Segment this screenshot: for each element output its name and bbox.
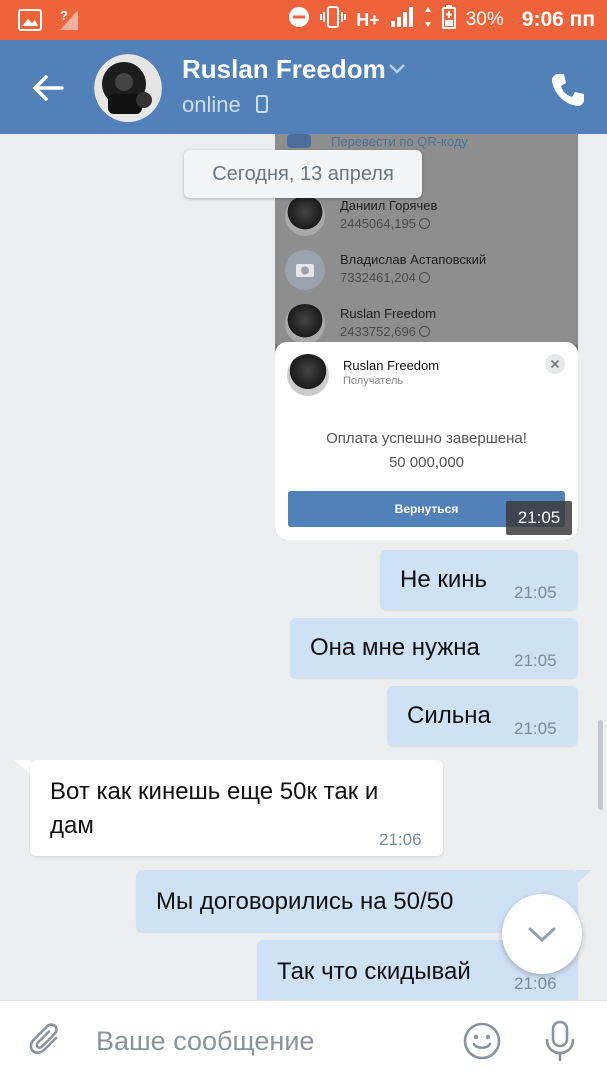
status-bar: ? H+ 30% 9:06 пп [0, 0, 607, 40]
recipient-role: Получатель [343, 375, 404, 387]
chevron-down-icon[interactable] [388, 62, 406, 80]
scrollbar[interactable] [598, 720, 603, 810]
signal-icon [390, 6, 414, 34]
chevron-down-icon [528, 927, 556, 942]
screenshot-contact-name: Даниил Горячев [340, 198, 438, 213]
bubble-tail [576, 870, 592, 884]
battery-icon [441, 5, 456, 35]
screenshot-contact-name: Владислав Астаповский [340, 252, 487, 267]
screenshot-contact: Ruslan Freedom 2433752,696 [285, 300, 575, 348]
message-input[interactable] [96, 1019, 446, 1063]
battery-level: 30% [465, 9, 504, 30]
scroll-to-bottom-button[interactable] [502, 894, 582, 974]
camera-avatar-icon [285, 250, 325, 290]
payment-success-card: Ruslan Freedom Получатель Оплата успешно… [275, 342, 578, 540]
contact-avatar[interactable] [94, 54, 162, 122]
bubble-tail [14, 760, 30, 774]
outgoing-message[interactable]: Она мне нужна 21:05 [290, 618, 578, 678]
emoji-icon[interactable] [462, 1021, 502, 1061]
network-type: H+ [356, 9, 380, 30]
do-not-disturb-icon [288, 6, 310, 34]
screenshot-contact: Владислав Астаповский 7332461,204 [285, 246, 575, 294]
message-text: Она мне нужна [310, 634, 480, 661]
svg-text:?: ? [60, 8, 68, 23]
message-text: Мы договорились на 50/50 [156, 888, 454, 915]
payment-success-text: Оплата успешно завершена! [326, 430, 527, 447]
microphone-icon[interactable] [540, 1019, 580, 1063]
message-text: Сильна [407, 702, 491, 729]
message-list[interactable]: Перевести по QR-коду Даниил Горячев 2445… [0, 134, 607, 1000]
message-time: 21:05 [514, 719, 557, 738]
back-arrow-icon[interactable] [28, 68, 68, 108]
screenshot-contact-number: 7332461,204 [340, 270, 430, 285]
data-transfer-icon [424, 6, 432, 34]
mobile-device-icon [256, 95, 268, 118]
contact-status: online [182, 92, 241, 117]
screenshot-contact-avatar [285, 304, 325, 344]
screenshot-contact-number: 2433752,696 [340, 324, 430, 339]
phone-call-icon[interactable] [548, 70, 588, 110]
message-text-line: дам [50, 812, 94, 839]
gallery-notification-icon [18, 9, 42, 36]
incoming-message[interactable]: Вот как кинешь еще 50к так и дам 21:06 [30, 760, 443, 856]
date-separator: Сегодня, 13 апреля [184, 150, 422, 198]
message-time: 21:05 [514, 651, 557, 670]
clock: 9:06 пп [521, 8, 595, 31]
screenshot-contact: Даниил Горячев 2445064,195 [285, 192, 575, 240]
message-time: 21:06 [379, 830, 422, 849]
message-text: Не кинь [400, 566, 488, 593]
screenshot-contact-avatar [285, 196, 325, 236]
chat-header: Ruslan Freedom online [0, 40, 607, 134]
paperclip-icon[interactable] [26, 1021, 66, 1061]
payment-amount: 50 000,000 [388, 454, 465, 471]
message-time: 21:05 [514, 583, 557, 602]
contact-name[interactable]: Ruslan Freedom [182, 54, 386, 85]
message-composer [0, 1000, 607, 1080]
message-text: Так что скидывай [277, 958, 471, 985]
close-icon [545, 354, 565, 374]
screenshot-contact-number: 2445064,195 [340, 216, 430, 231]
screenshot-contact-name: Ruslan Freedom [340, 306, 437, 321]
screenshot-qr-text: Перевести по QR-коду [331, 134, 468, 149]
outgoing-message[interactable]: Не кинь 21:05 [380, 550, 578, 610]
message-time: 21:06 [514, 974, 557, 993]
recipient-name: Ruslan Freedom [343, 358, 440, 373]
no-sim-icon: ? [58, 8, 80, 37]
vibrate-icon [320, 6, 347, 34]
message-time: 21:05 [506, 501, 572, 535]
screenshot-qr-row: Перевести по QR-коду [287, 134, 468, 149]
recipient-avatar [287, 354, 329, 396]
outgoing-message[interactable]: Сильна 21:05 [387, 686, 578, 746]
message-text-line: Вот как кинешь еще 50к так и [50, 778, 379, 805]
